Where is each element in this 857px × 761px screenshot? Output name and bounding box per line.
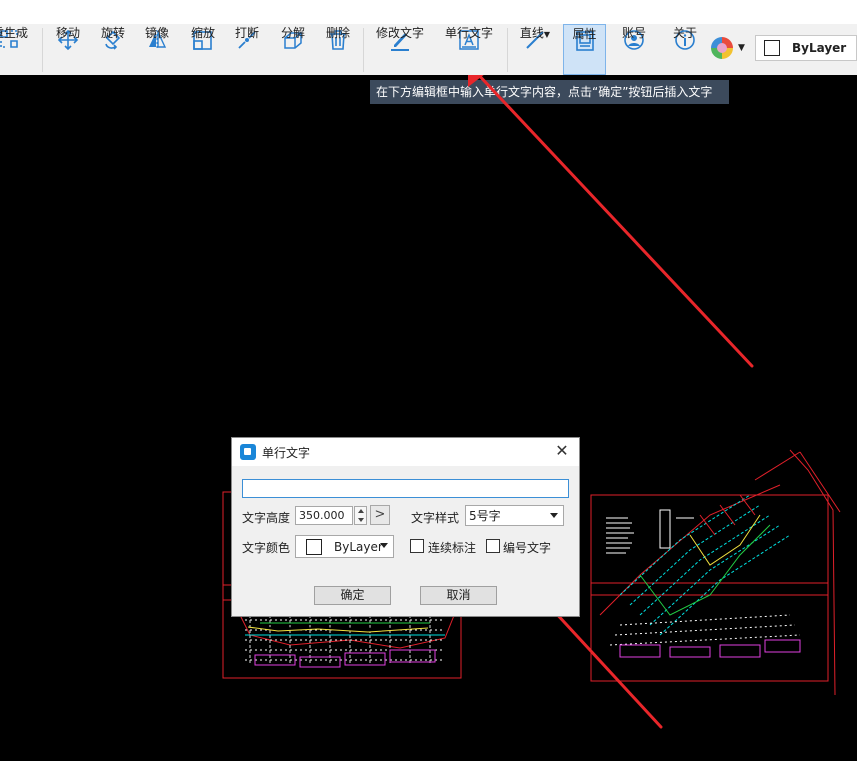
layer-color-swatch <box>764 40 780 56</box>
about-button[interactable]: 关于 <box>666 24 704 75</box>
single-line-text-button[interactable]: 单行文字 <box>441 24 497 75</box>
chevron-down-icon <box>550 513 558 518</box>
color-picker[interactable]: ▼ <box>710 36 750 60</box>
drawing-canvas[interactable] <box>0 63 857 758</box>
account-button[interactable]: 账号 <box>615 24 653 75</box>
explode-label: 分解 <box>280 26 305 40</box>
toolbar-divider <box>42 28 43 72</box>
cancel-button[interactable]: 取消 <box>420 586 497 605</box>
chevron-down-icon <box>380 543 388 548</box>
dialog-title: 单行文字 <box>262 445 311 460</box>
numbered-text-label: 编号文字 <box>503 541 552 555</box>
continuous-annotation-checkbox[interactable] <box>410 539 424 553</box>
annotation-arrow-top <box>472 68 754 368</box>
color-swatch <box>306 538 322 555</box>
text-style-label: 文字样式 <box>411 511 460 525</box>
dialog-titlebar: 单行文字 ✕ <box>232 438 579 466</box>
properties-button[interactable]: 属性 <box>563 24 606 75</box>
line-label: 直线▼ <box>520 26 550 42</box>
delete-label: 删除 <box>325 26 350 40</box>
account-label: 账号 <box>621 26 646 40</box>
regenerate-label: 重生成 <box>0 26 28 40</box>
line-button[interactable]: 直线▼ <box>515 24 555 75</box>
line-text: 直线 <box>519 26 544 40</box>
about-label: 关于 <box>672 26 697 40</box>
app-icon <box>240 444 256 460</box>
explode-button[interactable]: 分解 <box>275 24 311 75</box>
close-icon[interactable]: ✕ <box>553 442 571 460</box>
text-style-select[interactable]: 5号字 <box>465 505 564 526</box>
properties-label: 属性 <box>572 27 597 41</box>
regenerate-button[interactable]: 重生成 <box>0 24 32 75</box>
numbered-text-checkbox[interactable] <box>486 539 500 553</box>
cad-drawing <box>222 63 841 729</box>
move-label: 移动 <box>55 26 80 40</box>
ok-button[interactable]: 确定 <box>314 586 391 605</box>
text-color-select[interactable]: ByLayer <box>295 535 394 558</box>
pick-height-button[interactable]: > <box>370 505 390 525</box>
toolbar-divider <box>363 28 364 72</box>
layer-select[interactable]: ByLayer <box>755 35 857 61</box>
rotate-label: 旋转 <box>100 26 125 40</box>
scale-label: 缩放 <box>190 26 215 40</box>
continuous-annotation-label: 连续标注 <box>428 541 477 555</box>
toolbar-divider <box>507 28 508 72</box>
toolbar: 重生成 移动 旋转 镜像 缩放 <box>0 0 857 75</box>
chevron-down-icon: ▼ <box>543 30 551 39</box>
text-content-input[interactable] <box>242 479 569 498</box>
break-label: 打断 <box>234 26 259 40</box>
toolbar-row: 重生成 移动 旋转 镜像 缩放 <box>0 24 857 75</box>
text-height-stepper[interactable] <box>354 506 367 525</box>
layer-value: ByLayer <box>792 41 847 55</box>
delete-button[interactable]: 删除 <box>320 24 356 75</box>
text-style-value: 5号字 <box>469 509 501 523</box>
right-title-block <box>606 509 694 554</box>
move-button[interactable]: 移动 <box>50 24 86 75</box>
text-color-value: ByLayer <box>334 539 383 554</box>
text-height-input[interactable]: 350.000 <box>295 506 353 525</box>
single-line-text-dialog: 单行文字 ✕ 文字高度 350.000 > 文字样式 5号字 文字颜色 ByLa… <box>231 437 580 617</box>
edit-text-button[interactable]: 修改文字 <box>372 24 428 75</box>
right-floor-plan <box>590 449 841 696</box>
color-wheel-icon <box>711 37 733 59</box>
edit-text-label: 修改文字 <box>375 26 424 40</box>
break-button[interactable]: 打断 <box>229 24 265 75</box>
mirror-button[interactable]: 镜像 <box>139 24 175 75</box>
toolbar-top-strip <box>0 0 857 24</box>
single-line-text-label: 单行文字 <box>444 26 493 40</box>
chevron-down-icon: ▼ <box>738 43 745 53</box>
text-height-label: 文字高度 <box>242 511 291 525</box>
mirror-label: 镜像 <box>144 26 169 40</box>
text-color-label: 文字颜色 <box>242 541 291 555</box>
scale-button[interactable]: 缩放 <box>185 24 221 75</box>
rotate-button[interactable]: 旋转 <box>95 24 131 75</box>
